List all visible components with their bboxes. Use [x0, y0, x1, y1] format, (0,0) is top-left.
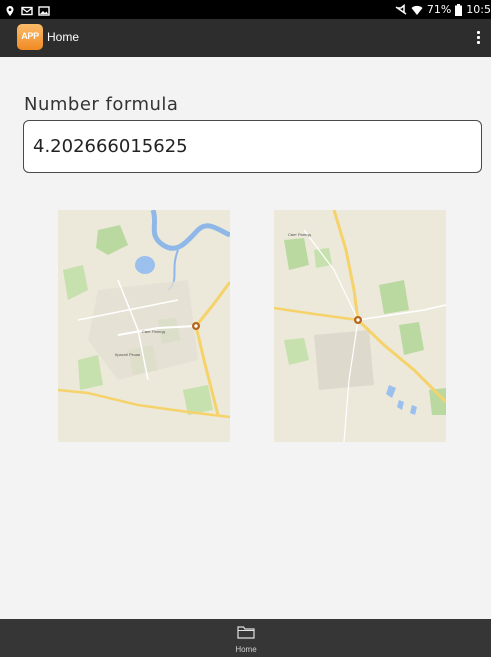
app-logo-text: APP [21, 31, 39, 41]
nav-home[interactable]: Home [226, 621, 266, 655]
mute-icon [395, 3, 407, 16]
bottom-nav: Home [0, 619, 491, 657]
battery-percent: 71% [426, 3, 452, 16]
app-title: Home [47, 30, 80, 44]
nav-home-label: Home [235, 645, 257, 654]
number-formula-value: 4.202666015625 [33, 136, 188, 157]
image-icon [38, 2, 50, 16]
map-label-3: Свет Рангод [288, 232, 311, 237]
app-logo[interactable]: APP [17, 24, 43, 50]
map-tile-right[interactable]: Свет Рангод [274, 210, 446, 442]
status-bar: 71% 10:5 [0, 0, 491, 19]
battery-icon [455, 3, 463, 16]
folder-icon [237, 626, 255, 639]
map-label-2: Свет Рангод [142, 329, 165, 334]
overflow-menu-icon[interactable] [475, 31, 481, 47]
location-icon [4, 2, 16, 16]
map-label-1: Краснії Резаи [115, 352, 140, 357]
clock: 10:5 [466, 3, 491, 16]
map-tile-left[interactable]: Краснії Резаи Свет Рангод [58, 210, 230, 442]
number-formula-label: Number formula [24, 94, 179, 115]
app-bar: APP Home [0, 19, 491, 57]
mail-icon [21, 2, 33, 16]
wifi-icon [411, 4, 423, 16]
number-formula-field[interactable]: 4.202666015625 [23, 120, 482, 173]
